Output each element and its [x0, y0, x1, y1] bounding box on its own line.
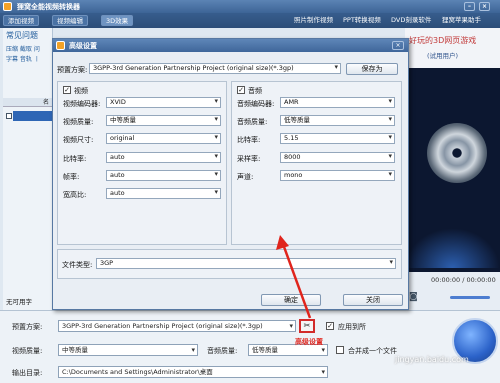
audio-enable-checkbox[interactable]: ✓	[237, 86, 245, 94]
video-group-label: 视频	[74, 87, 88, 95]
audio-quality-row-select[interactable]: 低等质量	[280, 115, 395, 126]
banner-text: 好玩的3D网页游戏	[409, 36, 477, 45]
dialog-title: 高级设置	[69, 42, 97, 50]
video-bitrate-select[interactable]: auto	[106, 152, 221, 163]
preview-panel: 好玩的3D网页游戏 (试用用户) 00:00:00 / 00:00:00 ◙	[405, 28, 500, 310]
ppt-video-link[interactable]: PPT转换视频	[343, 16, 381, 25]
video-codec-label: 视频编码器:	[63, 100, 101, 108]
audio-codec-label: 音频编码器:	[237, 100, 275, 108]
audio-bitrate-label: 比特率:	[237, 136, 261, 144]
dvd-burn-link[interactable]: DVD刻录软件	[391, 16, 431, 25]
channel-select[interactable]: mono	[280, 170, 395, 181]
sample-rate-select[interactable]: 8000	[280, 152, 395, 163]
channel-label: 声道:	[237, 173, 254, 181]
volume-slider[interactable]	[450, 296, 490, 299]
bottom-preset-select[interactable]: 3GPP-3rd Generation Partnership Project …	[58, 320, 296, 332]
title-bar: 狸窝全能视频转换器 – ×	[0, 0, 500, 13]
video-size-label: 视频尺寸:	[63, 136, 94, 144]
apple-helper-link[interactable]: 狸窝苹果助手	[442, 16, 481, 25]
aspect-ratio-select[interactable]: auto	[106, 188, 221, 199]
effect-3d-button[interactable]: 3D效果	[101, 15, 134, 26]
save-as-button[interactable]: 保存为	[346, 63, 398, 75]
faq-title[interactable]: 常见问题	[6, 30, 38, 41]
audio-group-label: 音频	[248, 87, 262, 95]
preset-select[interactable]: 3GPP-3rd Generation Partnership Project …	[89, 63, 341, 74]
video-framerate-label: 帧率:	[63, 173, 80, 181]
preset-label: 预置方案:	[57, 66, 88, 74]
audio-codec-select[interactable]: AMR	[280, 97, 395, 108]
video-group: ✓ 视频 视频编码器: XVID 视频质量: 中等质量 视频尺寸: origin…	[57, 81, 227, 245]
file-type-label: 文件类型:	[62, 261, 93, 269]
preview-glow	[405, 228, 500, 268]
file-checkbox[interactable]	[6, 113, 12, 119]
add-video-button[interactable]: 添加视频	[3, 15, 39, 26]
video-quality-row-label: 视频质量:	[63, 118, 94, 126]
file-list-panel: 常见问题 压缩 截取 问 字幕 音轨 丨 名 无可用字	[3, 28, 53, 310]
audio-quality-label: 音频质量:	[207, 347, 238, 355]
merge-label: 合并成一个文件	[348, 347, 397, 355]
audio-quality-row-label: 音频质量:	[237, 118, 268, 126]
app-window: 狸窝全能视频转换器 – × 添加视频 视频编辑 3D效果 照片制作视频 PPT转…	[0, 0, 500, 383]
toolbar: 添加视频 视频编辑 3D效果 照片制作视频 PPT转换视频 DVD刻录软件 狸窝…	[0, 13, 500, 28]
video-size-select[interactable]: original	[106, 133, 221, 144]
wrench-icon: ✂	[303, 321, 311, 330]
photo-video-link[interactable]: 照片制作视频	[294, 16, 333, 25]
bottom-preset-label: 预置方案:	[12, 323, 43, 331]
video-edit-button[interactable]: 视频编辑	[52, 15, 88, 26]
dialog-logo-icon	[56, 41, 65, 50]
aspect-ratio-label: 宽高比:	[63, 191, 87, 199]
output-dir-field[interactable]: C:\Documents and Settings\Administrator\…	[58, 366, 328, 378]
video-enable-checkbox[interactable]: ✓	[63, 86, 71, 94]
video-quality-select[interactable]: 中等质量	[58, 344, 198, 356]
film-reel-image	[427, 123, 487, 183]
left-mini-row-1[interactable]: 压缩 截取 问	[6, 44, 40, 53]
player-controls: 00:00:00 / 00:00:00 ◙	[405, 272, 500, 310]
ok-button[interactable]: 确定	[261, 294, 321, 306]
apply-all-label: 应用到所	[338, 323, 366, 331]
video-framerate-select[interactable]: auto	[106, 170, 221, 181]
app-logo-icon	[3, 2, 12, 11]
file-type-select[interactable]: 3GP	[96, 258, 396, 269]
merge-checkbox[interactable]	[336, 346, 344, 354]
video-codec-select[interactable]: XVID	[106, 97, 221, 108]
video-bitrate-label: 比特率:	[63, 155, 87, 163]
dialog-close-icon[interactable]: ×	[392, 41, 404, 50]
dialog-title-bar: 高级设置 ×	[53, 39, 408, 52]
audio-group: ✓ 音频 音频编码器: AMR 音频质量: 低等质量 比特率: 5.15 采样率…	[231, 81, 402, 245]
advanced-settings-dialog: 高级设置 × 预置方案: 3GPP-3rd Generation Partner…	[52, 38, 409, 310]
banner-subtext: (试用用户)	[427, 52, 459, 60]
audio-bitrate-select[interactable]: 5.15	[280, 133, 395, 144]
minimize-icon[interactable]: –	[464, 2, 475, 11]
video-quality-row-select[interactable]: 中等质量	[106, 115, 221, 126]
close-button[interactable]: 关闭	[343, 294, 403, 306]
annotation-label: 高级设置	[295, 338, 323, 346]
file-type-group: 文件类型: 3GP	[57, 249, 402, 279]
app-title: 狸窝全能视频转换器	[17, 3, 80, 11]
video-quality-label: 视频质量:	[12, 347, 43, 355]
column-header[interactable]: 名	[3, 98, 53, 107]
snapshot-icon[interactable]: ◙	[409, 292, 418, 302]
playback-time: 00:00:00 / 00:00:00	[431, 276, 496, 284]
watermark: jingyan.baidu.com	[395, 355, 469, 364]
file-row-selected[interactable]	[13, 111, 53, 121]
advanced-settings-button[interactable]: ✂	[299, 319, 315, 333]
ad-banner[interactable]: 好玩的3D网页游戏 (试用用户)	[405, 28, 500, 68]
subtitle-status: 无可用字	[6, 298, 32, 306]
output-dir-label: 输出目录:	[12, 369, 43, 377]
sample-rate-label: 采样率:	[237, 155, 261, 163]
apply-all-checkbox[interactable]: ✓	[326, 322, 334, 330]
left-mini-row-2[interactable]: 字幕 音轨 丨	[6, 54, 40, 63]
close-icon[interactable]: ×	[479, 2, 490, 11]
